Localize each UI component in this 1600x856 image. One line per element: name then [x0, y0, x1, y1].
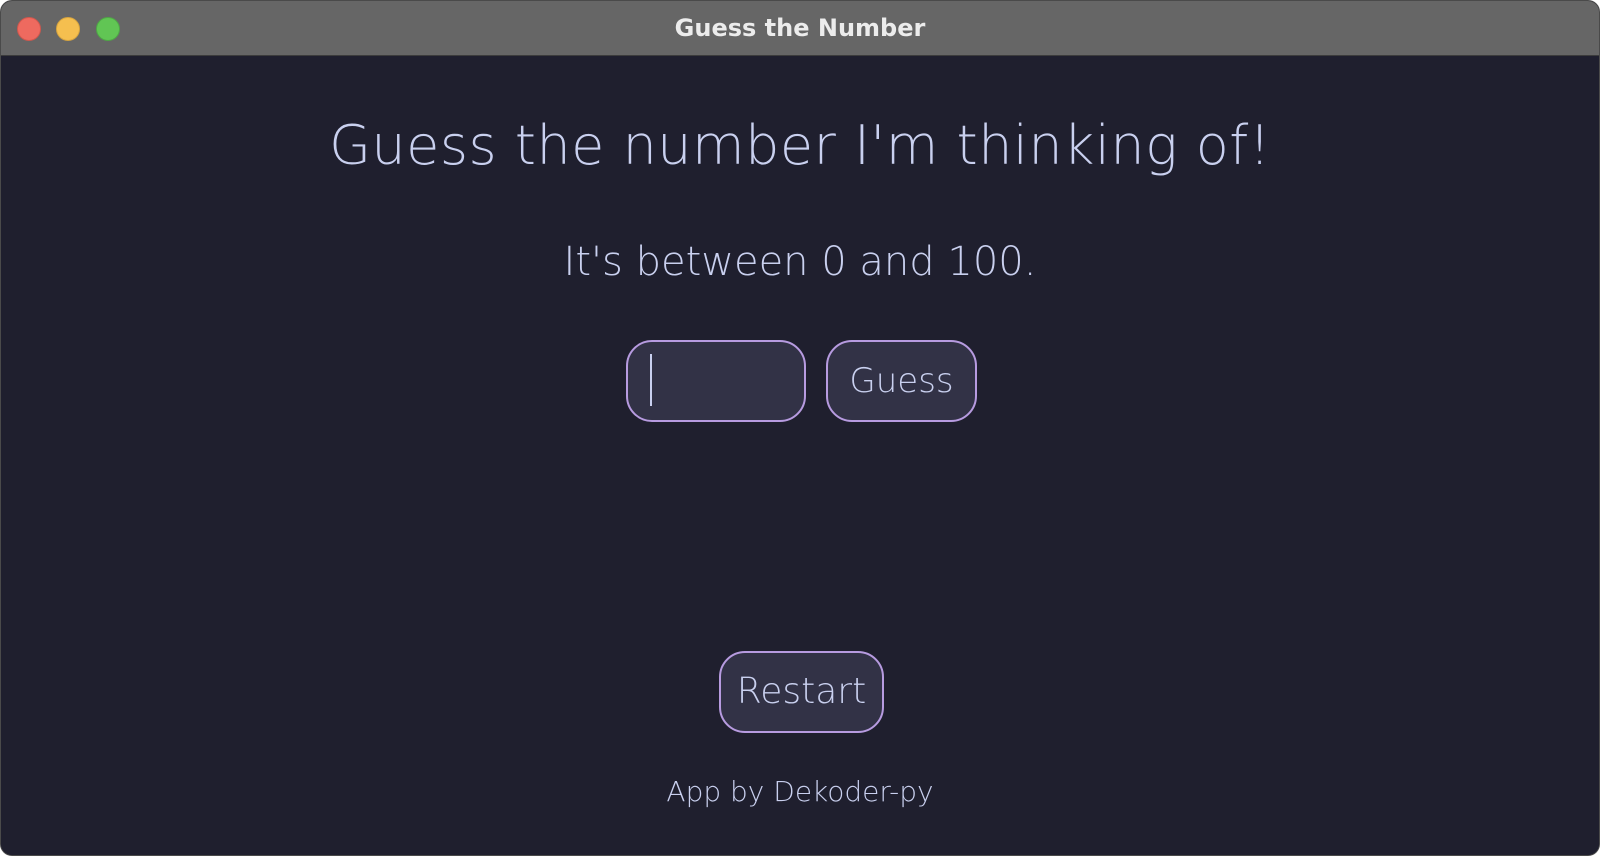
window-title: Guess the Number [674, 14, 926, 42]
footer-credit: App by Dekoder-py [666, 775, 934, 808]
text-cursor [650, 354, 652, 406]
app-window: Guess the Number Guess the number I'm th… [0, 0, 1600, 856]
guess-input[interactable] [626, 340, 806, 422]
restart-button[interactable]: Restart [719, 651, 884, 733]
guess-button[interactable]: Guess [826, 340, 977, 422]
range-hint: It's between 0 and 100. [563, 239, 1037, 285]
main-content: Guess the number I'm thinking of! It's b… [1, 56, 1599, 855]
page-title: Guess the number I'm thinking of! [329, 114, 1271, 177]
title-bar[interactable]: Guess the Number [1, 1, 1599, 56]
